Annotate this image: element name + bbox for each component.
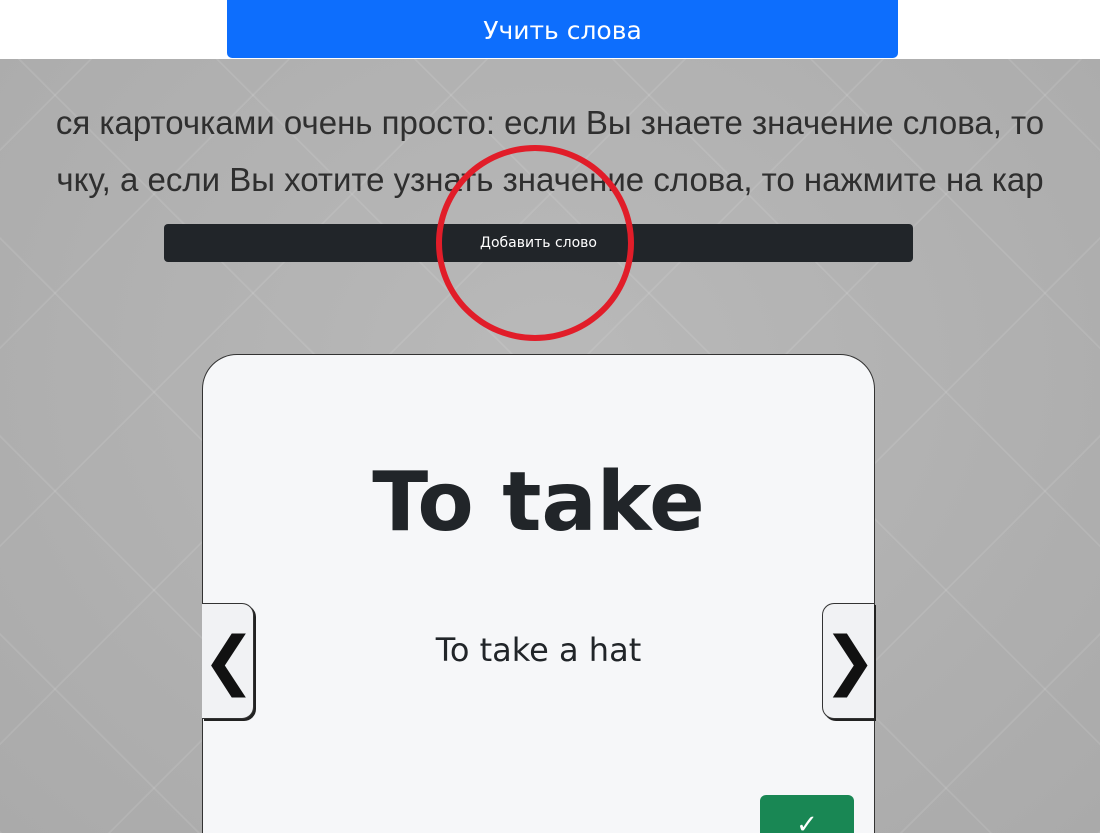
next-card-button[interactable]: ❯: [822, 603, 877, 719]
top-bar: Учить слова: [0, 0, 1100, 59]
instruction-text-line-2: чку, а если Вы хотите узнать значение сл…: [56, 161, 1044, 198]
page: Учить слова ся карточками очень просто: …: [0, 0, 1100, 833]
chevron-right-icon: ❯: [823, 624, 877, 698]
flashcard[interactable]: To take To take a hat: [202, 354, 875, 833]
checkmark-icon: ✓: [796, 810, 818, 833]
know-word-button[interactable]: ✓: [760, 795, 854, 833]
instruction-text-line-1: ся карточками очень просто: если Вы знае…: [55, 104, 1045, 141]
chevron-left-icon: ❮: [202, 624, 256, 698]
learn-words-button[interactable]: Учить слова: [227, 0, 898, 58]
card-example: To take a hat: [435, 631, 642, 669]
card-word: To take: [372, 455, 705, 550]
prev-card-button[interactable]: ❮: [202, 603, 256, 719]
add-word-button[interactable]: Добавить слово: [164, 224, 913, 262]
